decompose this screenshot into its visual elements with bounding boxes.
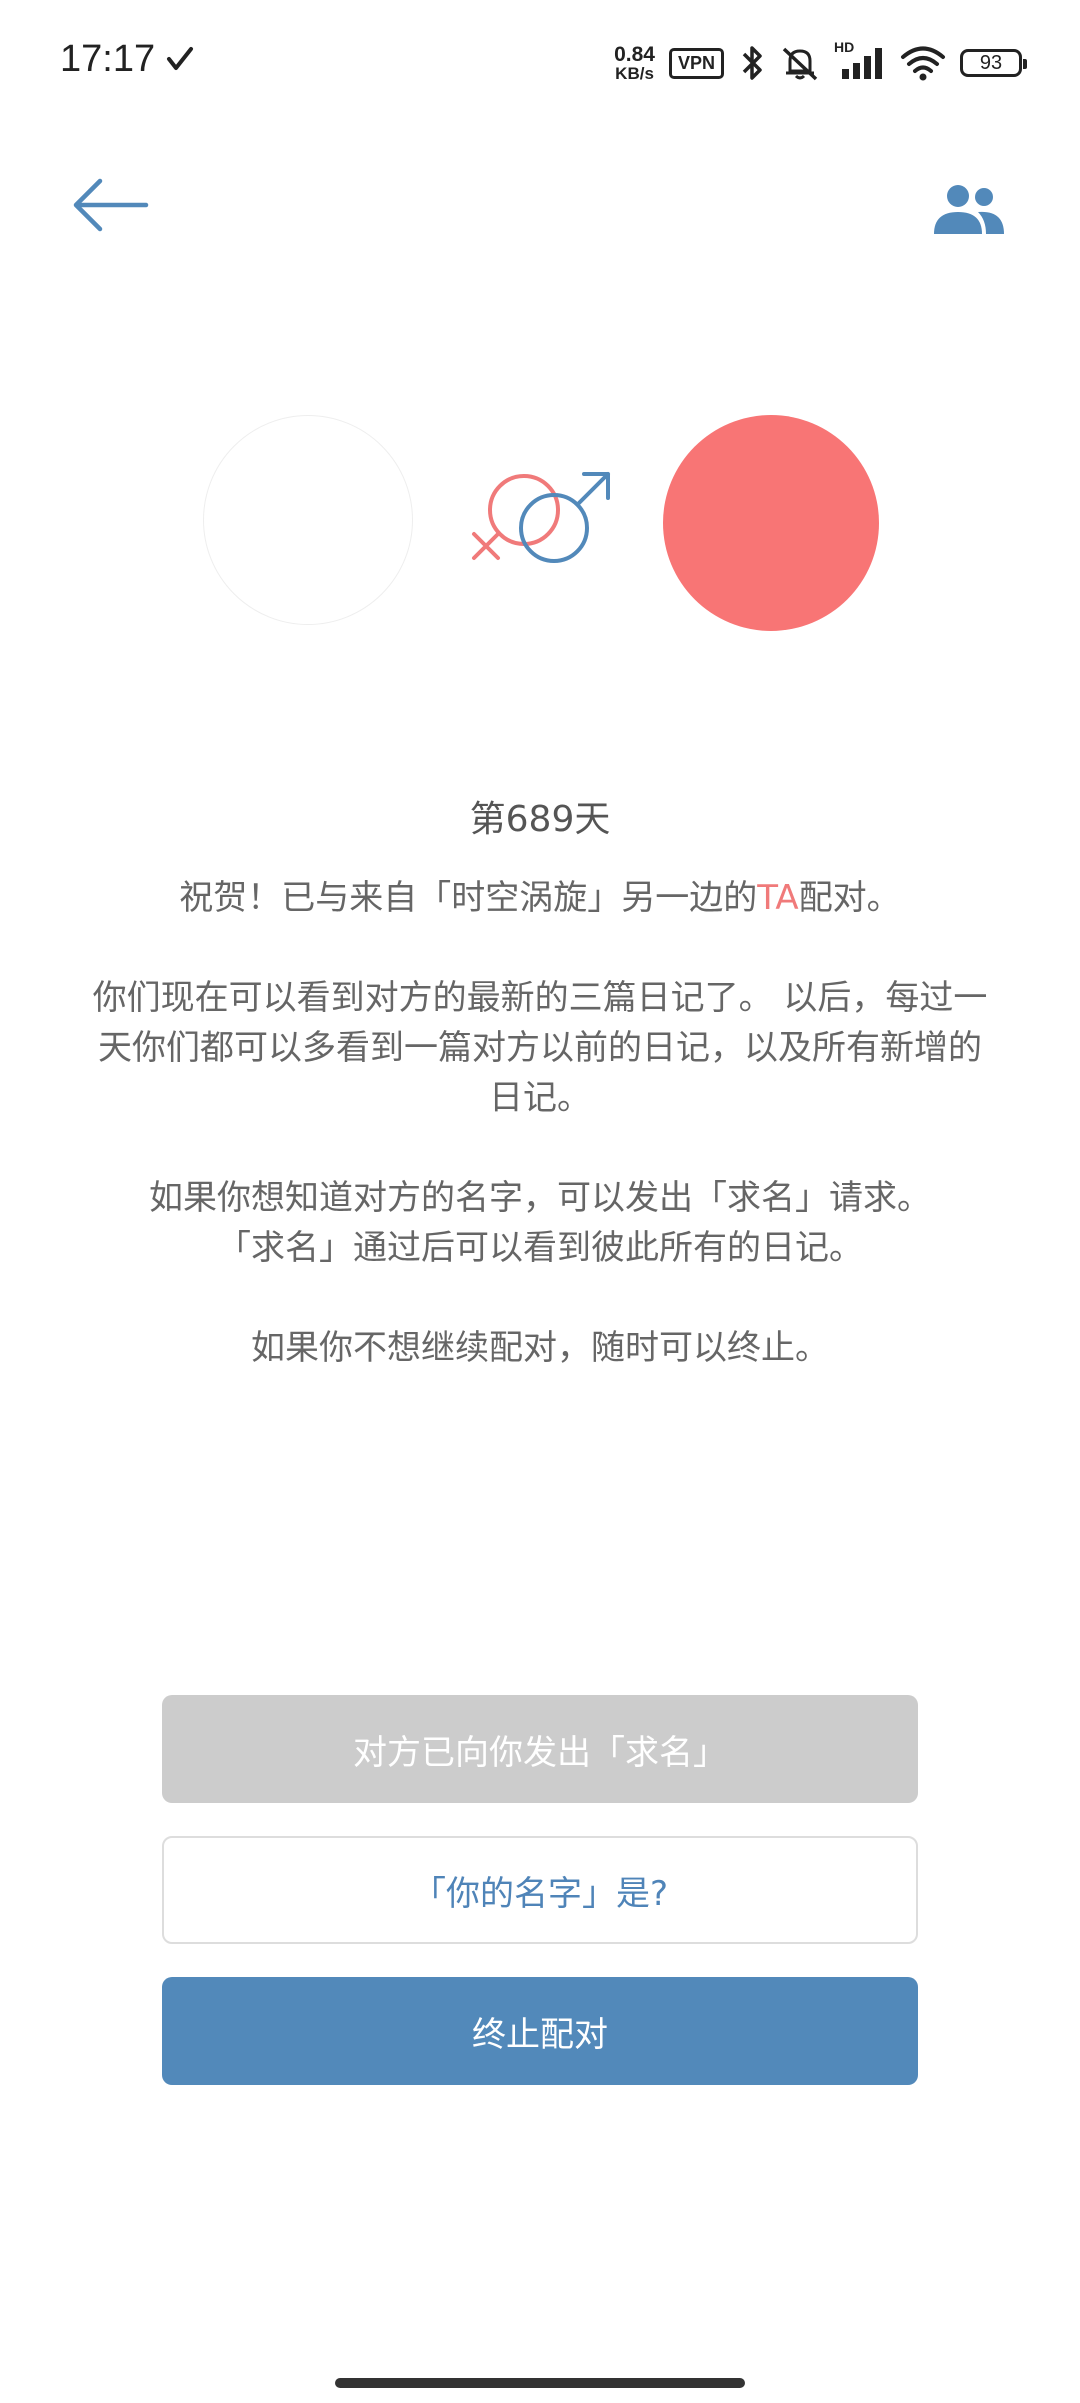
wifi-icon (901, 46, 945, 81)
check-icon (167, 47, 193, 70)
battery-indicator: 93 (960, 49, 1027, 77)
network-speed: 0.84 KB/s (614, 44, 655, 82)
your-name-button[interactable]: 「你的名字」是? (162, 1836, 918, 1944)
status-bar: 17:17 0.84 KB/s VPN HD 93 (0, 0, 1080, 130)
status-time: 17:17 (60, 38, 156, 80)
bluetooth-icon (742, 46, 762, 80)
home-indicator[interactable] (335, 2378, 745, 2388)
ta-highlight: TA (757, 878, 799, 918)
my-avatar (203, 415, 413, 625)
signal-indicator: HD (834, 39, 886, 83)
gender-pair-icon (472, 472, 610, 563)
arrow-left-icon[interactable] (70, 170, 150, 240)
partner-avatar (663, 415, 879, 631)
day-count: 第689天 (469, 799, 611, 840)
pairing-screen: 17:17 0.84 KB/s VPN HD 93 第689天 祝贺！已与来自「… (0, 0, 1080, 2403)
terminate-pairing-button[interactable]: 终止配对 (162, 1977, 918, 2085)
congrats-prefix: 祝贺！已与来自「时空涡旋」另一边的 (179, 878, 758, 918)
mute-icon (782, 47, 818, 81)
diary-access-text: 你们现在可以看到对方的最新的三篇日记了。 以后，每过一天你们都可以多看到一篇对方… (92, 978, 988, 1118)
network-speed-unit: KB/s (615, 64, 654, 83)
terminate-hint-text: 如果你不想继续配对，随时可以终止。 (251, 1328, 829, 1368)
status-icons: 0.84 KB/s VPN HD 93 (614, 38, 1027, 88)
network-speed-value: 0.84 (614, 43, 655, 66)
signal-icon (842, 48, 882, 79)
name-request-line-1: 如果你想知道对方的名字，可以发出「求名」请求。 (149, 1178, 931, 1218)
congrats-suffix: 配对。 (798, 878, 901, 918)
vpn-badge: VPN (668, 47, 724, 79)
congrats-text: 祝贺！已与来自「时空涡旋」另一边的TA配对。 (90, 873, 990, 923)
pairing-message: 第689天 祝贺！已与来自「时空涡旋」另一边的TA配对。 你们现在可以看到对方的… (90, 795, 990, 1423)
people-icon[interactable] (928, 180, 1008, 240)
name-request-line-2: 「求名」通过后可以看到彼此所有的日记。 (217, 1228, 863, 1268)
name-request-received-button[interactable]: 对方已向你发出「求名」 (162, 1695, 918, 1803)
name-request-text: 如果你想知道对方的名字，可以发出「求名」请求。 「求名」通过后可以看到彼此所有的… (90, 1173, 990, 1273)
